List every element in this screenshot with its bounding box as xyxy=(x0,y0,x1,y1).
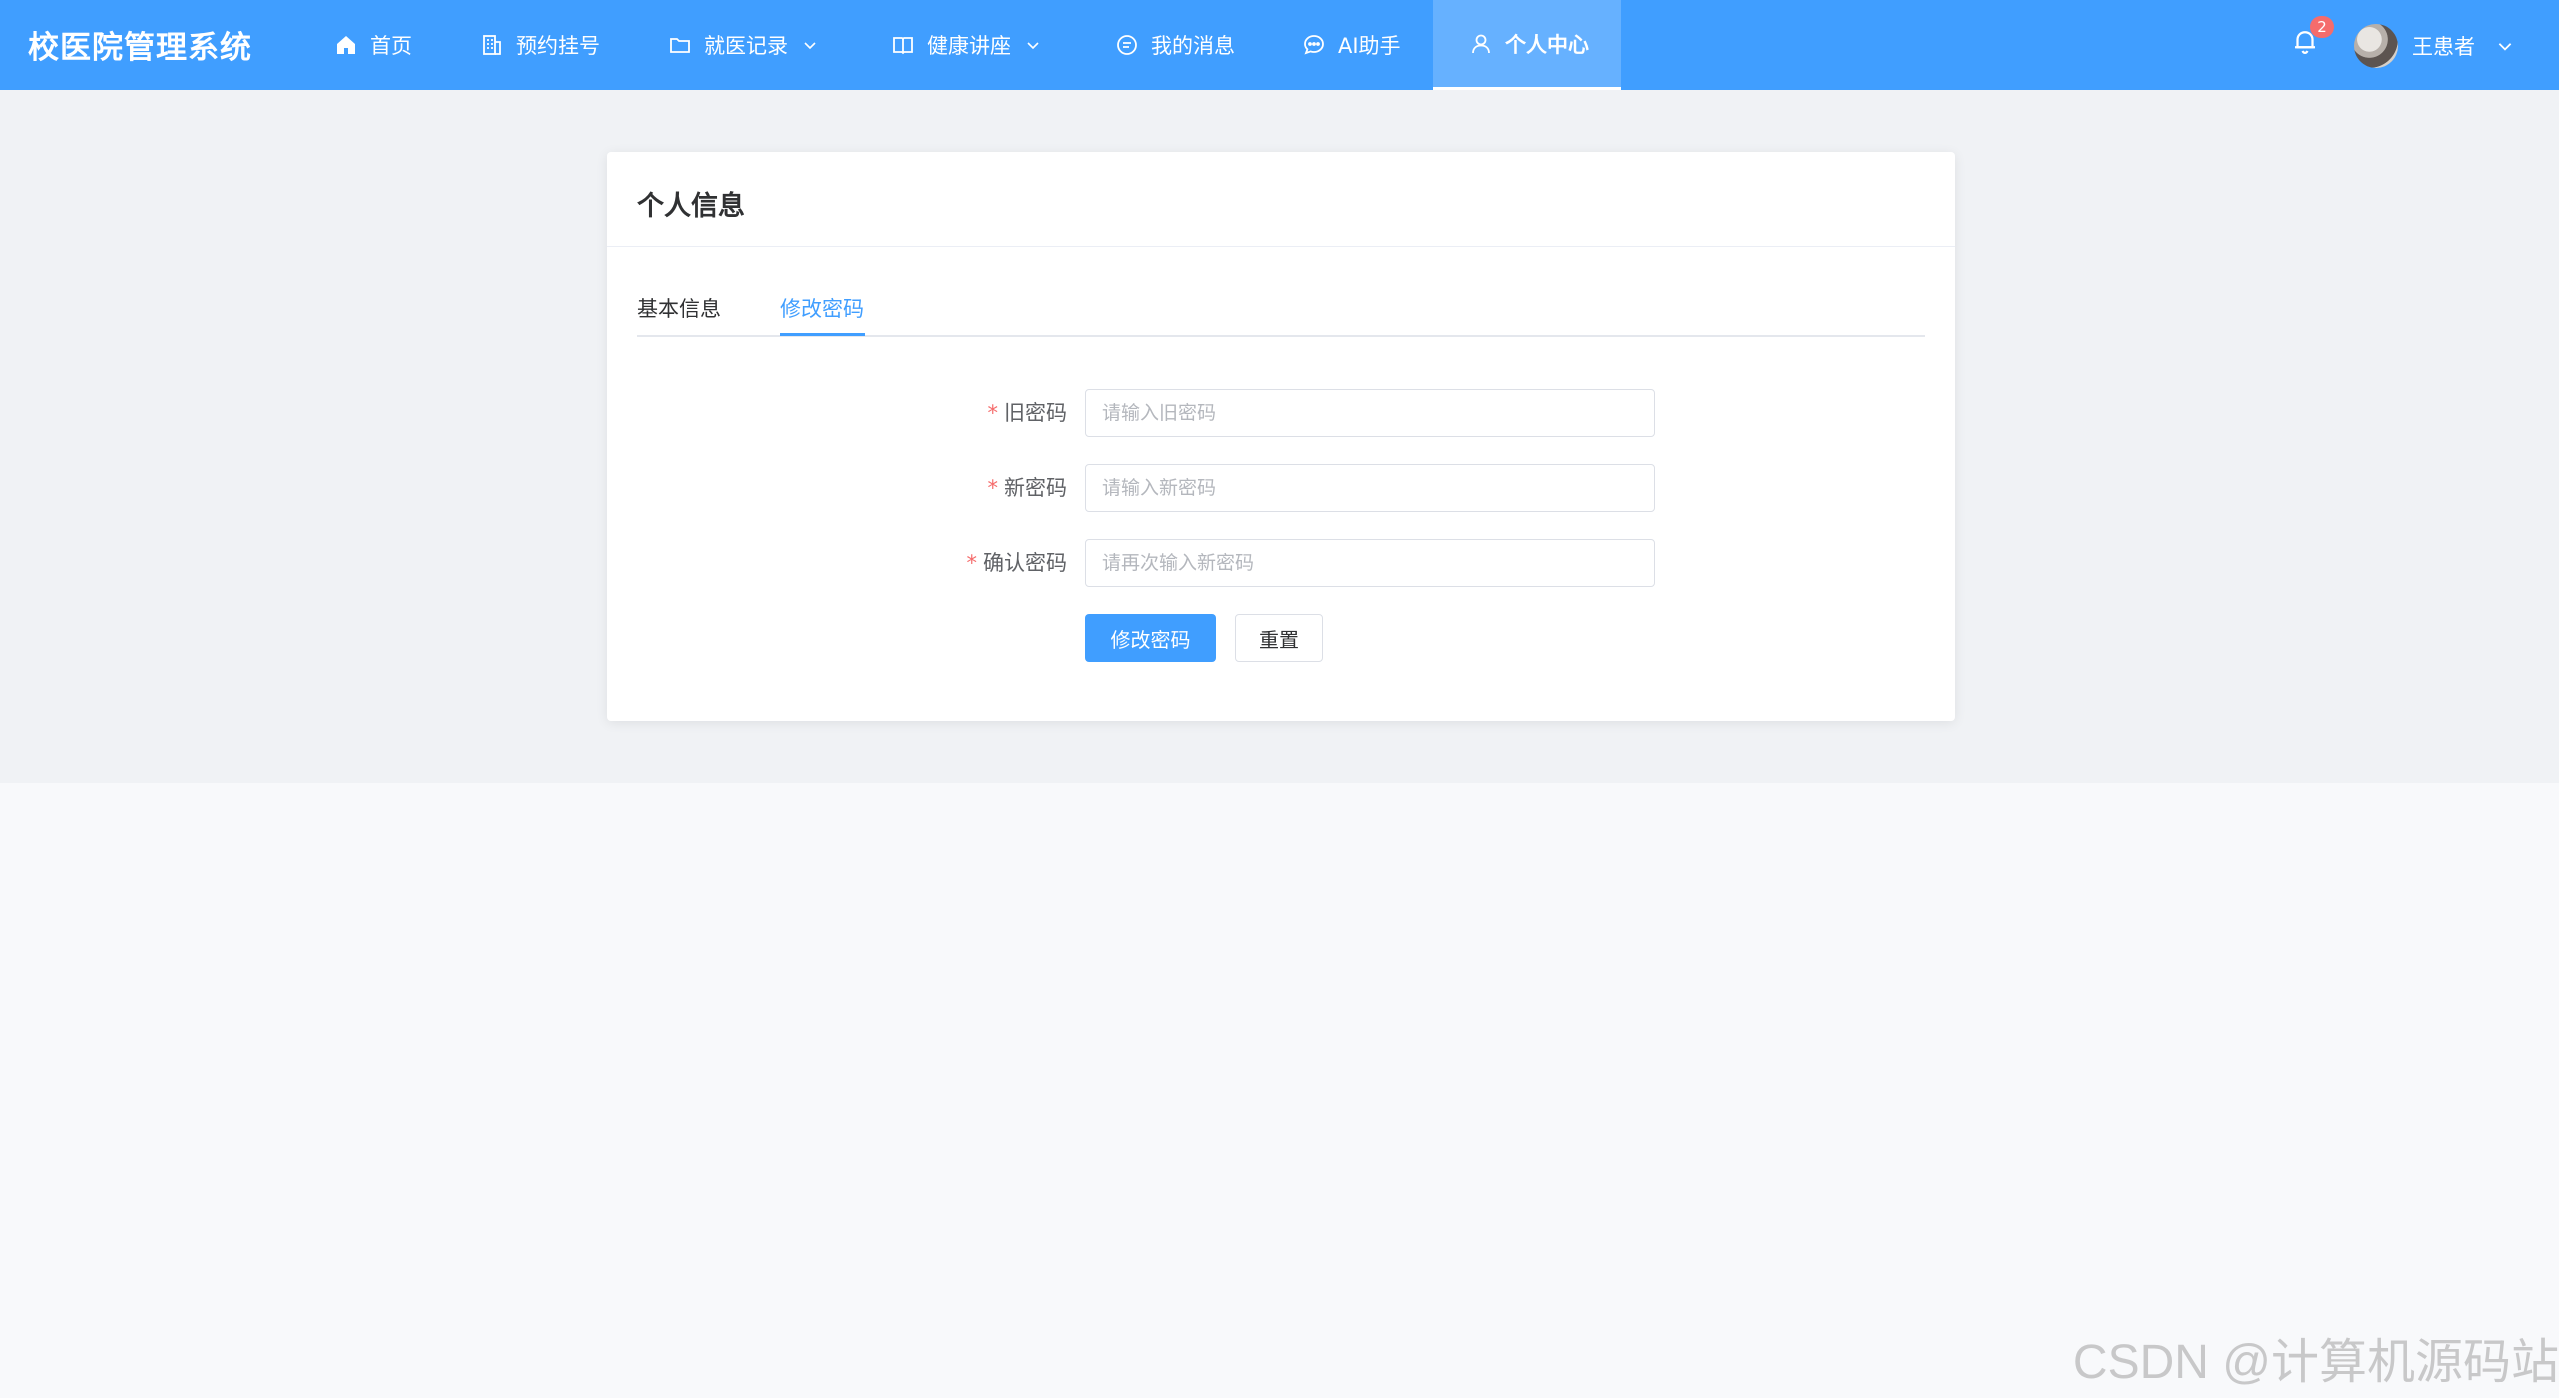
chevron-down-icon[interactable] xyxy=(2496,37,2514,59)
notification-badge: 2 xyxy=(2310,16,2334,38)
avatar[interactable] xyxy=(2354,24,2398,68)
chevron-down-icon xyxy=(802,37,818,53)
message-icon xyxy=(1115,33,1139,57)
nav-health-lectures[interactable]: 健康讲座 xyxy=(891,0,1041,90)
divider xyxy=(607,246,1955,247)
nav-medical-records[interactable]: 就医记录 xyxy=(668,0,818,90)
brand-title[interactable]: 校医院管理系统 xyxy=(28,0,252,90)
nav-ai-assistant-label: AI助手 xyxy=(1338,34,1401,58)
user-icon xyxy=(1469,32,1493,56)
old-password-label: * 旧密码 xyxy=(987,401,1068,425)
watermark: CSDN @计算机源码站 xyxy=(2072,1336,2559,1389)
reset-button[interactable]: 重置 xyxy=(1235,614,1323,662)
chat-icon xyxy=(1302,33,1326,57)
nav-medical-records-label: 就医记录 xyxy=(704,34,788,58)
home-icon xyxy=(334,33,358,57)
nav-health-lectures-label: 健康讲座 xyxy=(927,34,1011,58)
book-icon xyxy=(891,33,915,57)
tab-basic-info[interactable]: 基本信息 xyxy=(637,292,721,336)
chevron-down-icon xyxy=(1025,37,1041,53)
nav-personal-center[interactable]: 个人中心 xyxy=(1433,0,1621,90)
tab-change-password[interactable]: 修改密码 xyxy=(780,292,864,336)
nav-my-messages-label: 我的消息 xyxy=(1151,34,1235,58)
bell-icon xyxy=(2290,31,2320,60)
building-icon xyxy=(480,33,504,57)
active-tab-indicator xyxy=(780,333,865,336)
folder-icon xyxy=(668,33,692,57)
username[interactable]: 王患者 xyxy=(2412,0,2475,90)
nav-home-label: 首页 xyxy=(370,34,412,58)
card-title: 个人信息 xyxy=(637,191,745,222)
confirm-password-input[interactable] xyxy=(1085,539,1655,587)
new-password-label: * 新密码 xyxy=(987,476,1068,500)
nav-appointment-label: 预约挂号 xyxy=(516,34,600,58)
profile-card: 个人信息 基本信息 修改密码 * 旧密码 * 新密码 * 确认密码 修改密码 重置 xyxy=(607,152,1955,721)
nav-my-messages[interactable]: 我的消息 xyxy=(1115,0,1235,90)
nav-ai-assistant[interactable]: AI助手 xyxy=(1302,0,1401,90)
new-password-input[interactable] xyxy=(1085,464,1655,512)
old-password-input[interactable] xyxy=(1085,389,1655,437)
nav-home[interactable]: 首页 xyxy=(334,0,412,90)
nav-personal-center-label: 个人中心 xyxy=(1505,32,1589,57)
top-navbar: 校医院管理系统 首页 预约挂号 就医记录 健康讲座 我的消息 AI助手 个人中心… xyxy=(0,0,2559,90)
change-password-button[interactable]: 修改密码 xyxy=(1085,614,1216,662)
nav-appointment[interactable]: 预约挂号 xyxy=(480,0,600,90)
confirm-password-label: * 确认密码 xyxy=(966,551,1068,575)
